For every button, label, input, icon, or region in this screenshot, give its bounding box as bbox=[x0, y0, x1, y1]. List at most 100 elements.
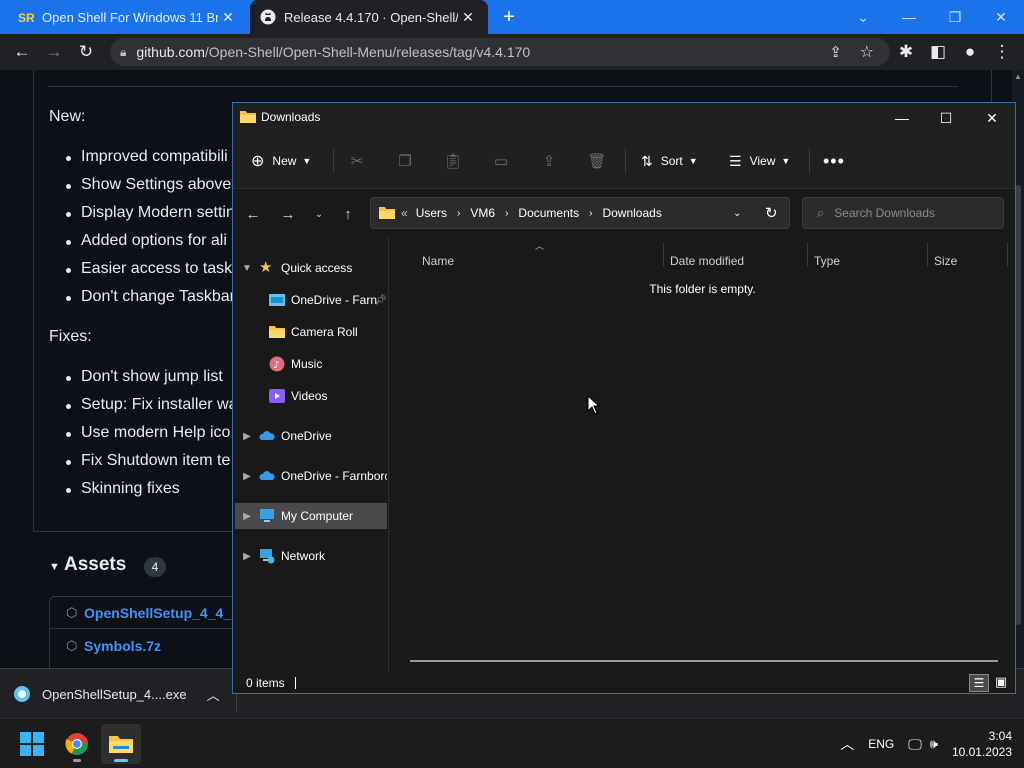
scroll-up-arrow-icon[interactable]: ▲ bbox=[1012, 72, 1024, 84]
browser-tab-2[interactable]: Release 4.4.170 · Open-Shell/Ope ✕ bbox=[250, 0, 488, 34]
tab-close-icon[interactable]: ✕ bbox=[458, 9, 478, 26]
back-arrow-icon[interactable]: ← bbox=[6, 34, 38, 70]
more-options-icon[interactable]: ••• bbox=[823, 147, 845, 175]
new-tab-button[interactable]: + bbox=[498, 6, 520, 28]
window-title: Downloads bbox=[261, 110, 321, 124]
column-divider[interactable] bbox=[1007, 243, 1008, 267]
system-tray: ︿ ENG 🖵︎ 🕪︎ 3:04 10.01.2023 bbox=[840, 719, 1012, 768]
large-icons-view-icon[interactable]: ▣ bbox=[991, 674, 1011, 692]
network-monitor-icon[interactable]: 🖵︎ bbox=[908, 736, 922, 753]
list-item: Added options for ali bbox=[66, 232, 227, 249]
rename-icon[interactable]: ▭ bbox=[487, 147, 515, 175]
forward-arrow-icon[interactable]: → bbox=[38, 34, 70, 70]
column-divider[interactable] bbox=[927, 243, 928, 267]
volume-icon[interactable]: 🕪︎ bbox=[930, 736, 938, 752]
breadcrumb-downloads[interactable]: Downloads bbox=[602, 206, 661, 220]
collapse-triangle-icon[interactable]: ▼ bbox=[49, 561, 60, 573]
file-list-pane[interactable]: ︿ Name Date modified Type Size This fold… bbox=[390, 237, 1015, 673]
overflow-breadcrumb[interactable]: « bbox=[401, 206, 408, 220]
list-item: Fix Shutdown item te bbox=[65, 452, 231, 469]
nav-music[interactable]: ♪ Music bbox=[235, 351, 387, 377]
up-arrow-icon[interactable]: ↑ bbox=[334, 201, 362, 227]
nav-network[interactable]: ▶ Network bbox=[235, 543, 387, 569]
bookmark-star-icon[interactable]: ☆ bbox=[860, 42, 874, 62]
details-view-icon[interactable]: ☰ bbox=[969, 674, 989, 692]
column-header-size[interactable]: Size bbox=[934, 249, 957, 273]
address-bar[interactable]: 🔒︎ github.com /Open-Shell/Open-Shell-Men… bbox=[110, 38, 890, 66]
chevron-up-icon[interactable]: ︿ bbox=[840, 734, 854, 754]
explorer-title-bar[interactable]: Downloads — ☐ ✕ bbox=[233, 103, 1015, 133]
profile-avatar-icon[interactable]: ● bbox=[954, 34, 986, 70]
nav-onedrive[interactable]: ▶ OneDrive bbox=[235, 423, 387, 449]
url-path: /Open-Shell/Open-Shell-Menu/releases/tag… bbox=[204, 44, 531, 60]
copy-icon[interactable]: ❐ bbox=[391, 147, 419, 175]
chevron-right-icon[interactable]: ▶ bbox=[235, 551, 259, 562]
close-button[interactable]: ✕ bbox=[969, 103, 1015, 133]
running-indicator bbox=[73, 759, 81, 762]
column-divider[interactable] bbox=[663, 243, 664, 267]
separator bbox=[625, 149, 626, 173]
pin-icon[interactable]: 📌︎ bbox=[374, 295, 387, 306]
tab-close-icon[interactable]: ✕ bbox=[218, 9, 238, 26]
nav-videos[interactable]: Videos bbox=[235, 383, 387, 409]
nav-pinned-onedrive[interactable]: OneDrive - Farn 📌︎ bbox=[235, 287, 387, 313]
reload-icon[interactable]: ↻ bbox=[70, 34, 102, 70]
share-icon[interactable]: ⇪ bbox=[829, 43, 842, 61]
address-bar[interactable]: « Users › VM6 › Documents › Downloads ⌄ … bbox=[370, 197, 790, 229]
restore-button[interactable]: ❐ bbox=[932, 0, 978, 34]
kebab-menu-icon[interactable]: ⋮ bbox=[986, 34, 1018, 70]
maximize-button[interactable]: ☐ bbox=[923, 103, 969, 133]
breadcrumb-separator-icon: › bbox=[505, 207, 509, 219]
forward-arrow-icon[interactable]: → bbox=[274, 201, 302, 227]
clock[interactable]: 3:04 10.01.2023 bbox=[952, 728, 1012, 760]
chevron-right-icon[interactable]: ▶ bbox=[235, 431, 259, 442]
chevron-up-icon[interactable]: ︿ bbox=[207, 685, 220, 704]
chevron-right-icon[interactable]: ▶ bbox=[235, 511, 259, 522]
language-indicator[interactable]: ENG bbox=[868, 737, 894, 751]
nav-camera-roll[interactable]: Camera Roll bbox=[235, 319, 387, 345]
asset-link[interactable]: Symbols.7z bbox=[84, 638, 161, 654]
tab-search-icon[interactable]: ⌄ bbox=[840, 0, 886, 34]
close-window-button[interactable]: ✕ bbox=[978, 0, 1024, 34]
breadcrumb-vm6[interactable]: VM6 bbox=[470, 206, 495, 220]
start-button[interactable] bbox=[12, 724, 52, 764]
share-icon[interactable]: ⇪ bbox=[535, 147, 563, 175]
delete-icon[interactable]: 🗑︎ bbox=[583, 147, 611, 175]
column-divider[interactable] bbox=[807, 243, 808, 267]
extensions-icon[interactable]: ✱ bbox=[890, 34, 922, 70]
minimize-button[interactable]: — bbox=[879, 103, 925, 133]
side-panel-icon[interactable]: ◧ bbox=[922, 34, 954, 70]
windows-taskbar: ︿ ENG 🖵︎ 🕪︎ 3:04 10.01.2023 bbox=[0, 718, 1024, 768]
nav-my-computer[interactable]: ▶ My Computer bbox=[235, 503, 387, 529]
minimize-button[interactable]: — bbox=[886, 0, 932, 34]
taskbar-chrome[interactable] bbox=[57, 724, 97, 764]
asset-link[interactable]: OpenShellSetup_4_4_17 bbox=[84, 605, 247, 621]
recent-locations-chevron-icon[interactable]: ⌄ bbox=[305, 201, 333, 227]
view-button[interactable]: ☰ View ▼ bbox=[729, 147, 790, 175]
nav-quick-access[interactable]: ▼ ★ Quick access bbox=[235, 255, 387, 281]
nav-onedrive-org[interactable]: ▶ OneDrive - Farnborc bbox=[235, 463, 387, 489]
back-arrow-icon[interactable]: ← bbox=[239, 201, 267, 227]
search-box[interactable]: ⌕ Search Downloads bbox=[802, 197, 1004, 229]
column-header-type[interactable]: Type bbox=[814, 249, 840, 273]
column-header-date-modified[interactable]: Date modified bbox=[670, 249, 744, 273]
assets-heading[interactable]: Assets bbox=[64, 554, 126, 576]
breadcrumb-users[interactable]: Users bbox=[416, 206, 447, 220]
browser-tab-1[interactable]: SR Open Shell For Windows 11 Brings ✕ bbox=[8, 0, 248, 34]
taskbar-file-explorer[interactable] bbox=[101, 724, 141, 764]
list-item: Skinning fixes bbox=[66, 480, 180, 497]
cut-icon[interactable]: ✂ bbox=[343, 147, 371, 175]
chevron-down-icon[interactable]: ▼ bbox=[235, 263, 259, 274]
breadcrumb-documents[interactable]: Documents bbox=[518, 206, 579, 220]
refresh-icon[interactable]: ↻ bbox=[765, 204, 778, 222]
paste-icon[interactable]: 📋︎ bbox=[439, 147, 467, 175]
address-history-chevron-icon[interactable]: ⌄ bbox=[733, 208, 741, 219]
onedrive-folder-icon bbox=[269, 294, 285, 306]
sort-ascending-icon: ︿ bbox=[535, 241, 545, 251]
sort-button[interactable]: ⇅ Sort ▼ bbox=[641, 147, 698, 175]
download-item[interactable]: OpenShellSetup_4....exe ︿ bbox=[12, 669, 220, 719]
horizontal-scrollbar[interactable] bbox=[410, 660, 998, 662]
new-button[interactable]: ⊕ New ▼ bbox=[251, 147, 311, 175]
chevron-right-icon[interactable]: ▶ bbox=[235, 471, 259, 482]
column-header-name[interactable]: Name bbox=[422, 249, 454, 273]
